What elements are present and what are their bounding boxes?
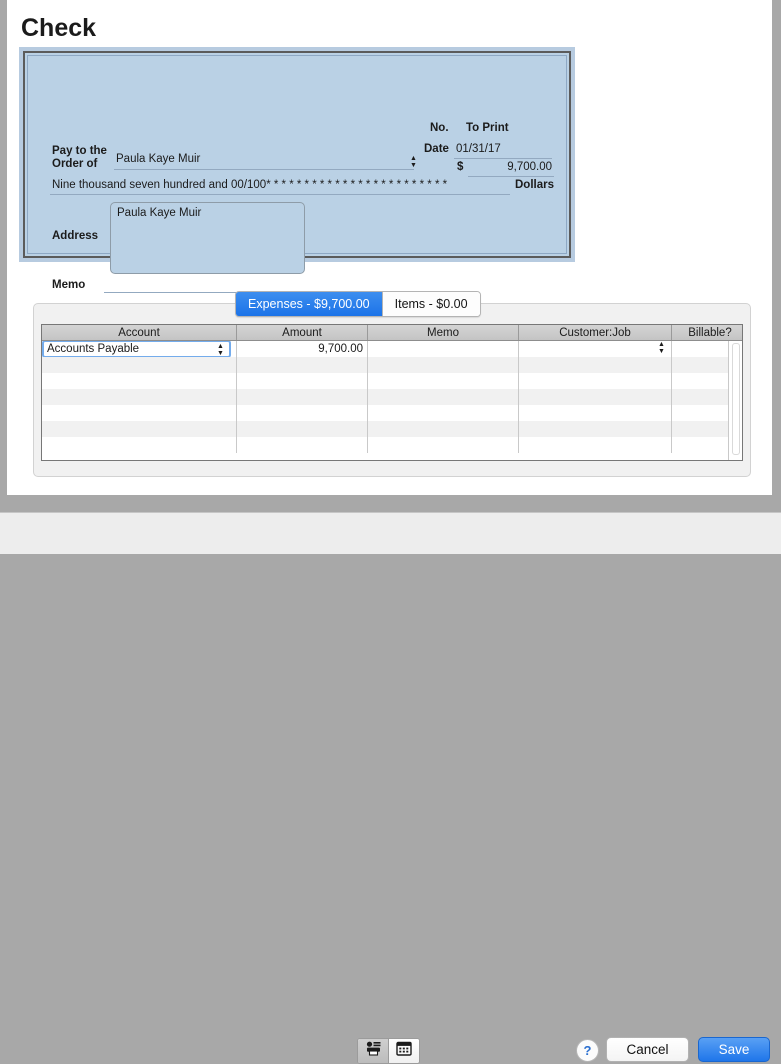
calendar-icon: [396, 1041, 412, 1061]
cell-account[interactable]: [42, 405, 237, 421]
cell-account[interactable]: Accounts Payable ▲ ▼: [42, 340, 237, 357]
check-number-value[interactable]: To Print: [466, 122, 509, 134]
cell-account[interactable]: [42, 421, 237, 437]
check-face: Pay to the Order of Paula Kaye Muir ▲ ▼ N…: [27, 55, 567, 293]
cell-amount[interactable]: [236, 389, 368, 405]
dollars-label: Dollars: [515, 179, 554, 191]
table-row[interactable]: [42, 389, 742, 405]
amount-in-words-underline: [50, 194, 510, 195]
table-row[interactable]: [42, 373, 742, 389]
print-icon: [365, 1041, 382, 1061]
account-value: Accounts Payable: [47, 343, 140, 355]
column-header-memo[interactable]: Memo: [367, 325, 519, 341]
amount-underline: [468, 176, 554, 177]
cell-memo[interactable]: [367, 389, 519, 405]
line-items-table: Account Amount Memo Customer:Job Billabl…: [42, 325, 742, 453]
cell-account[interactable]: [42, 357, 237, 373]
save-button[interactable]: Save: [698, 1037, 770, 1062]
cell-customer-job[interactable]: ▲ ▼: [518, 340, 672, 357]
column-header-amount[interactable]: Amount: [236, 325, 368, 341]
cell-amount[interactable]: [236, 405, 368, 421]
cell-account[interactable]: [42, 437, 237, 453]
cell-account[interactable]: [42, 389, 237, 405]
cell-memo[interactable]: [367, 405, 519, 421]
date-label: Date: [424, 143, 449, 155]
help-button[interactable]: ?: [576, 1039, 599, 1062]
main-content-area: Check Pay to the Order of Paula Kaye Mui…: [7, 0, 772, 495]
page-title: Check: [21, 14, 97, 42]
memo-label: Memo: [52, 279, 86, 291]
cell-amount[interactable]: 9,700.00: [236, 340, 368, 357]
cell-amount[interactable]: [236, 437, 368, 453]
column-header-billable[interactable]: Billable?: [671, 325, 742, 341]
line-items-grid: Account Amount Memo Customer:Job Billabl…: [41, 324, 743, 461]
table-row[interactable]: [42, 405, 742, 421]
payee-underline: [114, 169, 414, 170]
print-later-button[interactable]: [358, 1039, 388, 1063]
table-body: Accounts Payable ▲ ▼ 9,700.00 ▲ ▼: [42, 340, 742, 453]
window-divider-band: [0, 495, 781, 512]
column-header-account[interactable]: Account: [42, 325, 237, 341]
app-window: Check Pay to the Order of Paula Kaye Mui…: [0, 0, 781, 1064]
account-stepper-icon[interactable]: ▲ ▼: [216, 342, 225, 357]
cell-memo[interactable]: [367, 357, 519, 373]
pay-to-the-order-of-label: Pay to the Order of: [52, 145, 107, 170]
table-header-row: Account Amount Memo Customer:Job Billabl…: [42, 325, 742, 341]
account-combobox[interactable]: Accounts Payable ▲ ▼: [42, 340, 231, 357]
cell-customer-job[interactable]: [518, 357, 672, 373]
address-label: Address: [52, 230, 99, 242]
cell-customer-job[interactable]: [518, 389, 672, 405]
cancel-button[interactable]: Cancel: [606, 1037, 689, 1062]
cell-amount[interactable]: [236, 421, 368, 437]
cell-customer-job[interactable]: [518, 437, 672, 453]
address-textarea[interactable]: Paula Kaye Muir: [110, 202, 305, 274]
customer-job-stepper-icon[interactable]: ▲ ▼: [657, 341, 666, 357]
currency-symbol: $: [457, 161, 464, 173]
check-border-outer: Pay to the Order of Paula Kaye Muir ▲ ▼ N…: [23, 51, 571, 293]
payee-field[interactable]: Paula Kaye Muir: [116, 153, 200, 165]
date-field[interactable]: 01/31/17: [456, 143, 501, 155]
cell-memo[interactable]: [367, 421, 519, 437]
cell-account[interactable]: [42, 373, 237, 389]
column-header-customer-job[interactable]: Customer:Job: [518, 325, 672, 341]
address-value: Paula Kaye Muir: [117, 207, 202, 219]
cell-memo[interactable]: [367, 437, 519, 453]
footer-toolbar: ? Cancel Save: [0, 512, 781, 1064]
calendar-button[interactable]: [388, 1039, 419, 1063]
footer-icon-group: [357, 1038, 420, 1064]
date-underline: [454, 158, 552, 159]
cell-memo[interactable]: [367, 373, 519, 389]
cell-memo[interactable]: [367, 340, 519, 357]
table-row[interactable]: [42, 357, 742, 373]
check-panel: Pay to the Order of Paula Kaye Muir ▲ ▼ N…: [19, 47, 575, 293]
tab-expenses[interactable]: Expenses - $9,700.00: [236, 292, 382, 316]
check-number-label: No.: [430, 122, 449, 134]
cell-customer-job[interactable]: [518, 373, 672, 389]
amount-in-words-field: Nine thousand seven hundred and 00/100* …: [52, 179, 448, 191]
table-row[interactable]: [42, 437, 742, 453]
cell-amount[interactable]: [236, 357, 368, 373]
tab-items[interactable]: Items - $0.00: [381, 292, 480, 316]
table-row[interactable]: [42, 421, 742, 437]
grid-vertical-scrollbar[interactable]: [728, 341, 742, 460]
cell-customer-job[interactable]: [518, 405, 672, 421]
payee-stepper[interactable]: ▲ ▼: [409, 154, 418, 170]
cell-customer-job[interactable]: [518, 421, 672, 437]
amount-field[interactable]: 9,700.00: [468, 161, 552, 173]
expenses-items-tabs: Expenses - $9,700.00 Items - $0.00: [235, 291, 481, 317]
scrollbar-thumb[interactable]: [732, 343, 740, 455]
cell-amount[interactable]: [236, 373, 368, 389]
table-row[interactable]: Accounts Payable ▲ ▼ 9,700.00 ▲ ▼: [42, 340, 742, 357]
expenses-items-panel: Account Amount Memo Customer:Job Billabl…: [33, 303, 751, 477]
